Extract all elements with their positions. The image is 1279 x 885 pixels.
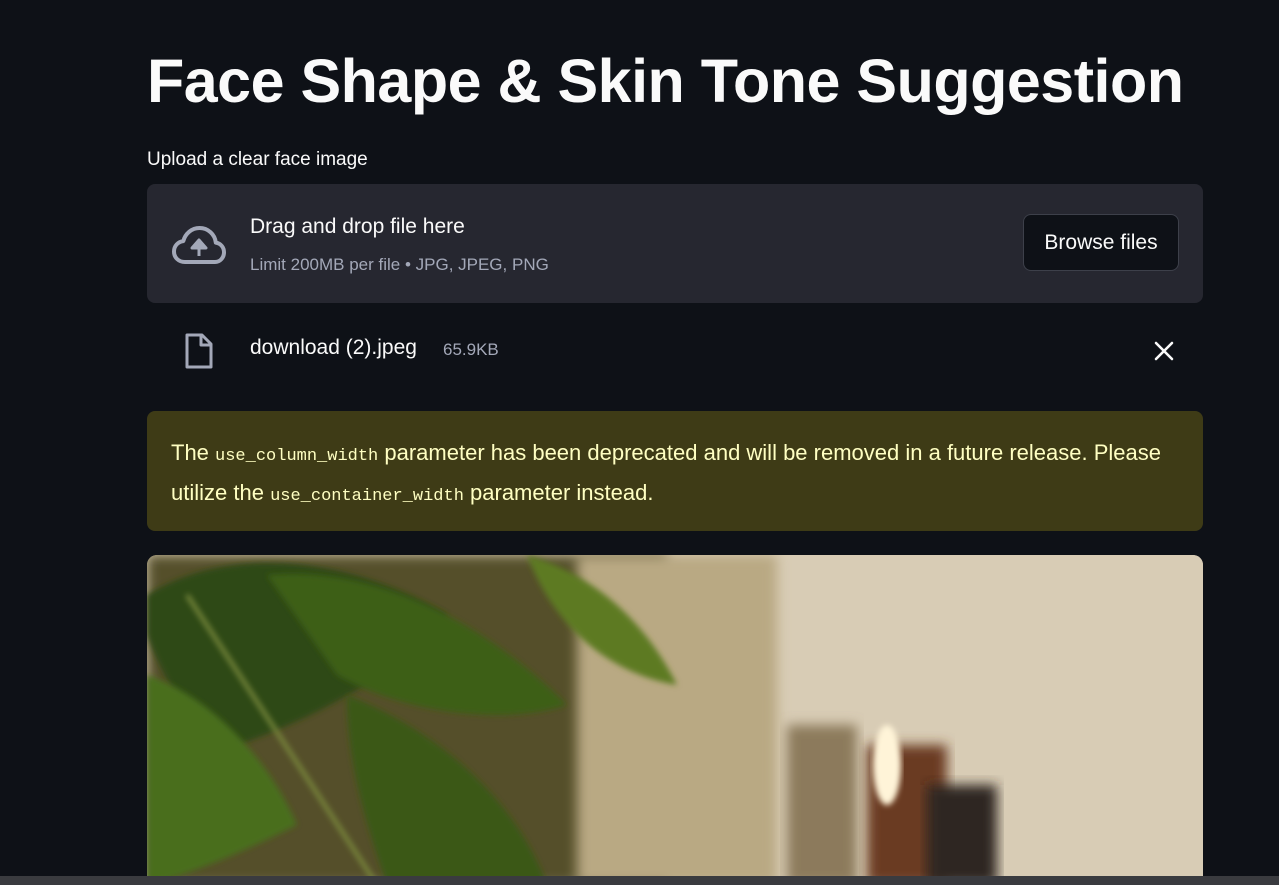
uploaded-file-row: download (2).jpeg 65.9KB <box>147 320 1203 380</box>
page-title: Face Shape & Skin Tone Suggestion <box>147 47 1184 115</box>
warning-code-1: use_column_width <box>215 447 379 466</box>
file-dropzone[interactable]: Drag and drop file here Limit 200MB per … <box>147 184 1203 303</box>
uploaded-file-size: 65.9KB <box>443 340 499 359</box>
image-preview-art <box>147 555 1203 885</box>
file-icon <box>185 333 213 369</box>
dropzone-title: Drag and drop file here <box>250 215 465 238</box>
browse-files-button[interactable]: Browse files <box>1023 214 1179 271</box>
horizontal-scrollbar[interactable] <box>0 876 1279 885</box>
deprecation-warning: The use_column_width parameter has been … <box>147 411 1203 531</box>
warning-text-3: parameter instead. <box>463 480 654 505</box>
app-page: Face Shape & Skin Tone Suggestion Upload… <box>0 0 1279 885</box>
warning-text-1: The <box>171 440 216 465</box>
dropzone-limit-text: Limit 200MB per file • JPG, JPEG, PNG <box>250 255 549 274</box>
cloud-upload-icon <box>172 226 226 264</box>
uploaded-image-preview <box>147 555 1203 885</box>
warning-code-2: use_container_width <box>270 487 464 506</box>
uploader-label: Upload a clear face image <box>147 149 368 170</box>
uploaded-file-name: download (2).jpeg <box>250 336 417 359</box>
close-icon[interactable] <box>1151 338 1177 364</box>
